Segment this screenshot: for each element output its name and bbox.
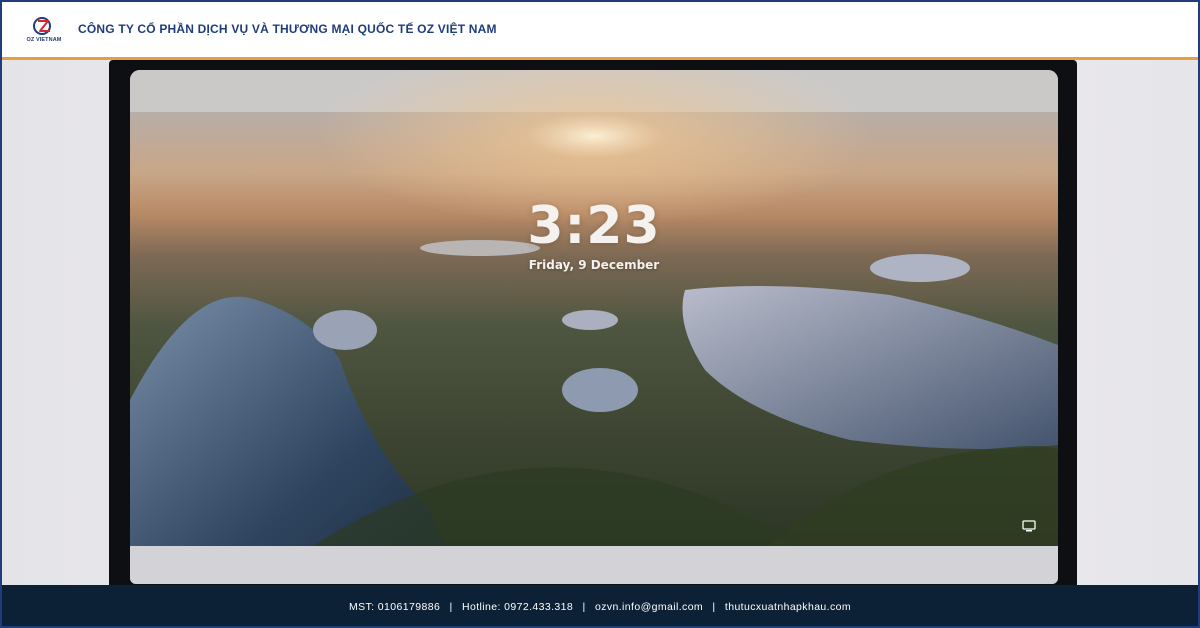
- banner-frame: OZ VIETNAM CÔNG TY CỔ PHẦN DỊCH VỤ VÀ TH…: [0, 0, 1200, 628]
- network-icon[interactable]: [1022, 520, 1036, 532]
- logo-text: OZ VIETNAM: [26, 37, 62, 43]
- company-logo[interactable]: OZ VIETNAM: [24, 16, 64, 48]
- hotline[interactable]: Hotline: 0972.433.318: [462, 601, 573, 613]
- lock-screen[interactable]: 3:23 Friday, 9 December: [130, 70, 1058, 584]
- company-name: CÔNG TY CỔ PHẦN DỊCH VỤ VÀ THƯƠNG MẠI QU…: [78, 22, 497, 36]
- email-link[interactable]: ozvn.info@gmail.com: [595, 601, 703, 613]
- separator: |: [712, 601, 716, 613]
- footer-bar: MST: 0106179886 | Hotline: 0972.433.318 …: [2, 585, 1198, 626]
- footer-contact-info: MST: 0106179886 | Hotline: 0972.433.318 …: [2, 601, 1198, 613]
- tax-code: MST: 0106179886: [348, 601, 441, 613]
- landscape-wallpaper: [130, 70, 1058, 584]
- lock-screen-date: Friday, 9 December: [528, 258, 660, 272]
- website-link[interactable]: thutucxuatnhapkhau.com: [725, 601, 851, 613]
- header-bar: OZ VIETNAM CÔNG TY CỔ PHẦN DỊCH VỤ VÀ TH…: [2, 2, 1198, 60]
- separator: |: [449, 601, 453, 613]
- lock-screen-time: 3:23: [527, 196, 661, 256]
- separator: |: [582, 601, 586, 613]
- photo-area: 3:23 Friday, 9 December: [2, 60, 1198, 585]
- oz-logo-icon: [33, 17, 51, 35]
